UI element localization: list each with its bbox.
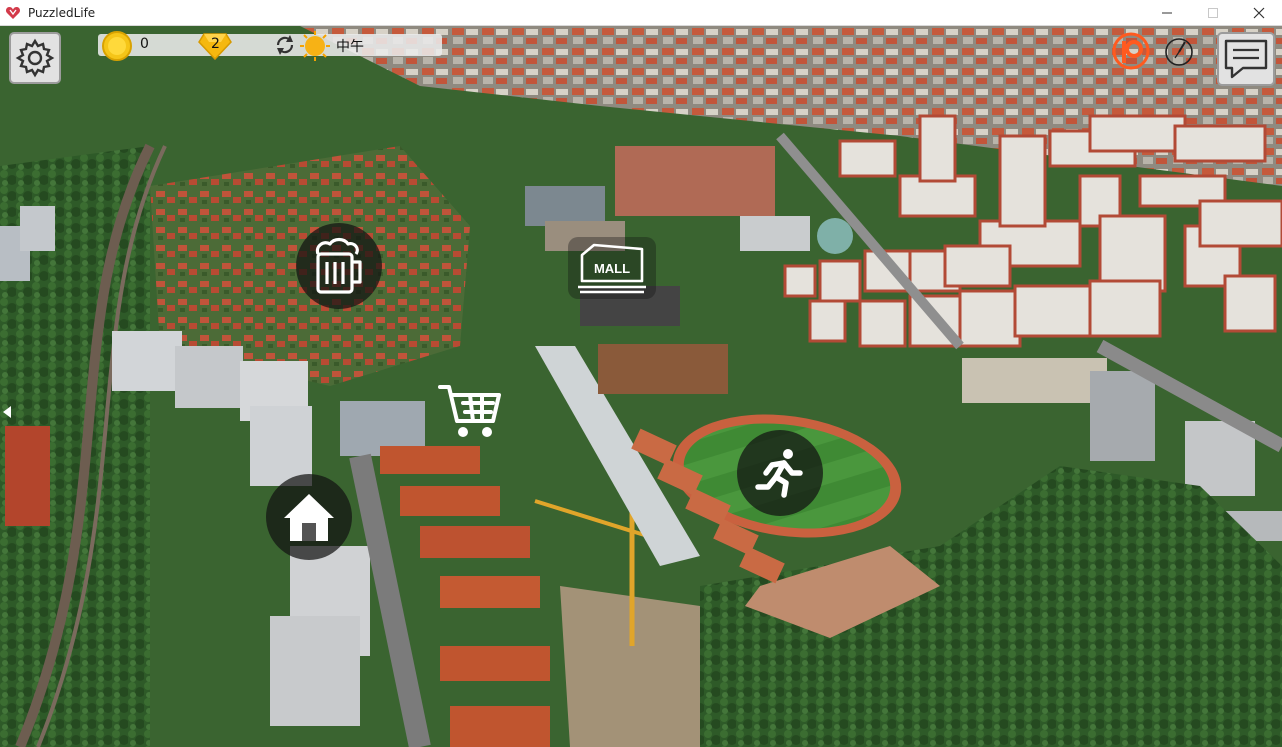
- close-button[interactable]: [1236, 0, 1282, 26]
- game-viewport[interactable]: 0 2 中午 MALL: [0, 26, 1282, 747]
- refresh-icon[interactable]: [273, 33, 297, 57]
- window-titlebar: PuzzledLife: [0, 0, 1282, 26]
- chat-icon: [1224, 39, 1268, 79]
- gear-icon: [15, 38, 55, 78]
- window-title: PuzzledLife: [28, 5, 96, 20]
- coin-count: 0: [140, 36, 149, 52]
- mall-icon: MALL: [578, 243, 646, 294]
- shopping-cart-icon: [438, 385, 501, 437]
- side-panel-arrow[interactable]: [3, 406, 11, 418]
- running-person-icon: [755, 449, 803, 498]
- house-icon: [284, 494, 334, 541]
- maximize-icon: [1208, 8, 1218, 18]
- compass-icon: [1165, 38, 1193, 66]
- gem-count: 2: [211, 36, 220, 52]
- time-of-day-label: 中午: [336, 39, 364, 55]
- maximize-button[interactable]: [1190, 0, 1236, 26]
- minimize-button[interactable]: [1144, 0, 1190, 26]
- shop-location-marker[interactable]: [432, 376, 508, 446]
- close-icon: [1253, 7, 1265, 19]
- home-location-marker[interactable]: [266, 474, 352, 560]
- bar-location-marker[interactable]: [296, 223, 382, 309]
- minimize-icon: [1162, 12, 1172, 14]
- resource-bar: 0 2 中午: [98, 31, 442, 61]
- coin-icon: [102, 31, 132, 61]
- sports-location-marker[interactable]: [737, 430, 823, 516]
- mall-label: MALL: [594, 261, 630, 276]
- sun-icon: [300, 31, 330, 61]
- mall-location-marker[interactable]: MALL: [568, 237, 656, 299]
- aerial-city-map: [0, 26, 1282, 747]
- patreon-button[interactable]: [1112, 32, 1150, 70]
- compass-button[interactable]: [1163, 36, 1195, 68]
- patreon-icon: [1112, 32, 1150, 70]
- app-heart-icon: [5, 6, 21, 19]
- settings-button[interactable]: [9, 32, 61, 84]
- beer-mug-icon: [315, 237, 362, 294]
- chat-button[interactable]: [1217, 32, 1275, 86]
